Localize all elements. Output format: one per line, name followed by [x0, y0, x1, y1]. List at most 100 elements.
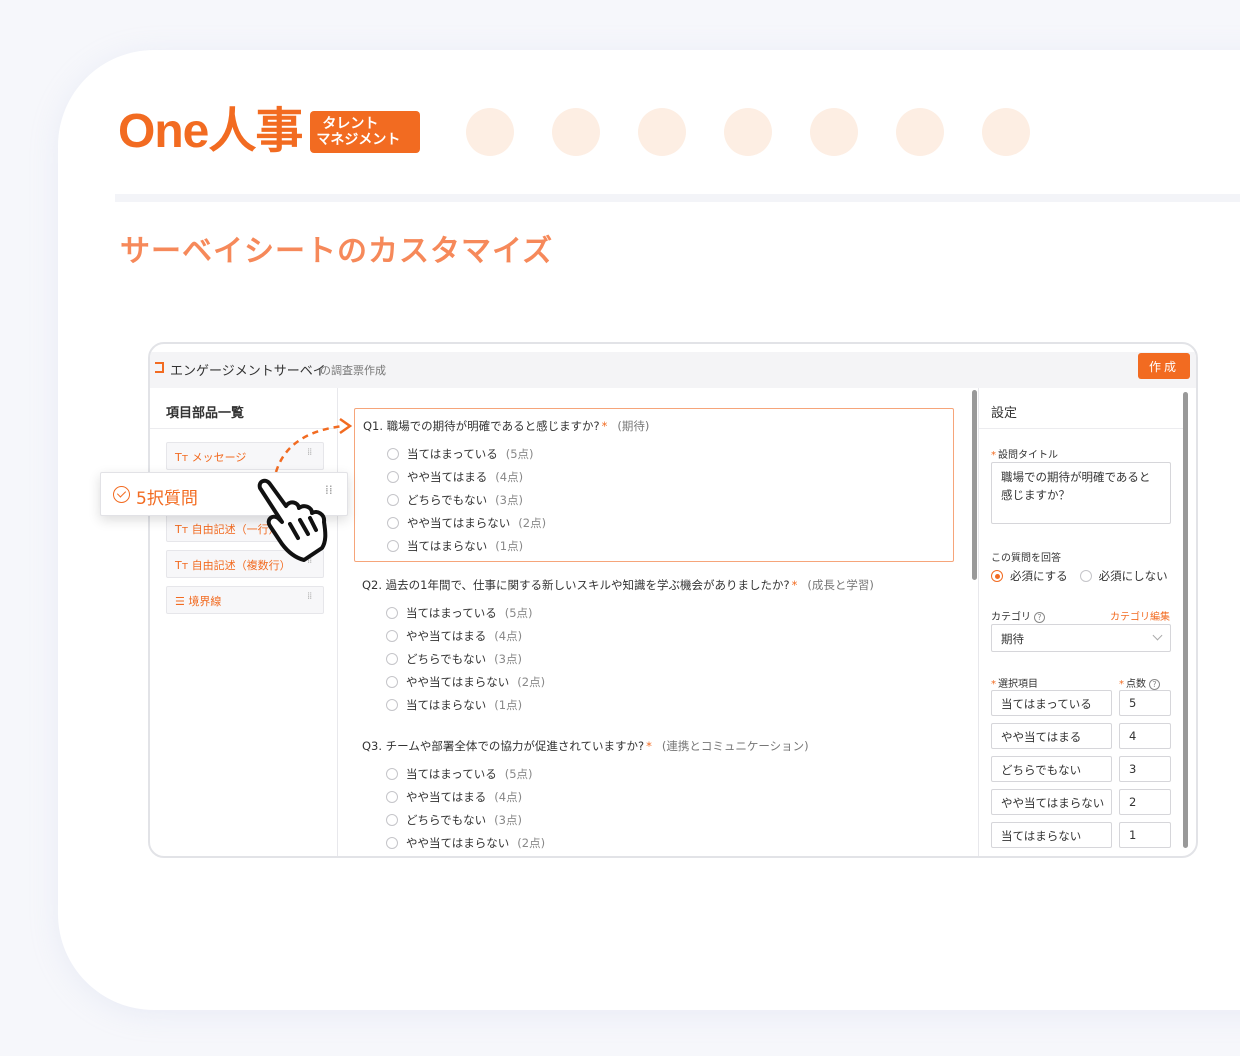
score-input[interactable]: 4: [1119, 723, 1171, 749]
required-mark: *: [646, 739, 652, 753]
radio-icon[interactable]: [386, 837, 398, 849]
required-mark: *: [1119, 679, 1124, 690]
category-select[interactable]: 期待: [991, 624, 1171, 652]
radio-icon[interactable]: [387, 471, 399, 483]
hand-pointer-icon: [257, 478, 328, 562]
settings-scrollbar[interactable]: [1183, 392, 1188, 848]
brand-logo: One人事 タレント マネジメント: [118, 104, 421, 160]
category-edit-link[interactable]: カテゴリ編集: [1110, 608, 1170, 623]
radio-icon[interactable]: [387, 448, 399, 460]
radio-icon[interactable]: [387, 540, 399, 552]
question-title: Q3. チームや部署全体での協力が促進されていますか?: [362, 739, 645, 753]
question-title-label: 設問タイトル: [998, 450, 1058, 461]
category-label: カテゴリ: [991, 612, 1031, 623]
required-mark: *: [991, 450, 996, 461]
option-row[interactable]: どちらでもない (3点): [386, 812, 522, 828]
step-dot: [896, 108, 944, 156]
drag-arrow-icon: [274, 417, 353, 473]
option-row[interactable]: 当てはまらない (1点): [387, 538, 523, 554]
score-input[interactable]: 3: [1119, 756, 1171, 782]
radio-icon[interactable]: [386, 768, 398, 780]
option-row[interactable]: どちらでもない (3点): [387, 492, 523, 508]
score-input[interactable]: 1: [1119, 822, 1171, 848]
option-row[interactable]: どちらでもない (3点): [386, 651, 522, 667]
back-icon[interactable]: [155, 362, 164, 373]
option-row[interactable]: やや当てはまらない (2点): [387, 515, 546, 531]
section-title: サーベイシートのカスタマイズ: [120, 234, 554, 269]
radio-icon[interactable]: [386, 699, 398, 711]
option-row[interactable]: やや当てはまる (4点): [386, 789, 522, 805]
step-dots: [466, 108, 1030, 156]
canvas-scrollbar[interactable]: [972, 390, 977, 580]
step-dot: [982, 108, 1030, 156]
radio-icon[interactable]: [387, 494, 399, 506]
logo-text: One人事: [118, 105, 303, 158]
choice-input[interactable]: 当てはまっている: [991, 690, 1112, 716]
check-circle-icon: [113, 486, 130, 503]
text-type-icon: Tт: [175, 451, 189, 464]
step-dot: [552, 108, 600, 156]
option-row[interactable]: やや当てはまる (4点): [386, 628, 522, 644]
drag-handle-icon[interactable]: ⁞⁞: [307, 592, 315, 602]
option-row[interactable]: やや当てはまる (4点): [387, 469, 523, 485]
score-input[interactable]: 5: [1119, 690, 1171, 716]
question-card-q1[interactable]: Q1. 職場での期待が明確であると感じますか? * (期待) 当てはまっている (5点…: [354, 408, 954, 562]
text-type-icon: Tт: [175, 559, 189, 572]
option-row[interactable]: やや当てはまらない (2点): [386, 674, 545, 690]
parts-panel-title: 項目部品一覧: [166, 406, 245, 421]
radio-required[interactable]: [991, 570, 1003, 582]
not-required-option-label: 必須にしない: [1098, 569, 1168, 583]
part-item-label: メッセージ: [191, 451, 247, 464]
choice-input[interactable]: やや当てはまらない: [991, 789, 1112, 815]
settings-panel: 設定 * 設問タイトル 職場での期待が明確であると感じますか？ この質問を回答 必…: [978, 388, 1196, 856]
divider: [115, 194, 1240, 202]
option-row[interactable]: やや当てはまらない (2点): [386, 835, 545, 851]
radio-not-required[interactable]: [1079, 570, 1092, 582]
option-row[interactable]: 当てはまらない (1点): [386, 697, 522, 713]
editor-header: エンゲージメントサーベイ の調査票作成 作成: [150, 352, 1196, 388]
question-title-textarea[interactable]: 職場での期待が明確であると感じますか？: [991, 462, 1171, 524]
radio-icon[interactable]: [386, 814, 398, 826]
logo-badge: タレント マネジメント: [310, 111, 421, 153]
create-button[interactable]: 作成: [1138, 353, 1190, 379]
question-category: (連携とコミュニケーション): [661, 739, 809, 753]
help-icon[interactable]: ?: [1149, 678, 1160, 690]
step-dot: [810, 108, 858, 156]
part-item-label: 境界線: [188, 595, 222, 608]
required-radio-group: 必須にする 必須にしない: [991, 568, 1168, 584]
option-row[interactable]: 当てはまっている (5点): [387, 446, 534, 462]
radio-icon[interactable]: [387, 517, 399, 529]
divider: [979, 428, 1185, 429]
score-input[interactable]: 2: [1119, 789, 1171, 815]
question-card-q2[interactable]: Q2. 過去の1年間で、仕事に関する新しいスキルや知識を学ぶ機会がありましたか?…: [354, 568, 954, 718]
survey-title: エンゲージメントサーベイ: [170, 364, 326, 379]
help-icon[interactable]: ?: [1034, 611, 1045, 623]
radio-icon[interactable]: [386, 791, 398, 803]
required-option-label: 必須にする: [1010, 569, 1068, 583]
radio-icon[interactable]: [386, 607, 398, 619]
choice-input[interactable]: どちらでもない: [991, 756, 1112, 782]
question-canvas: Q1. 職場での期待が明確であると感じますか? * (期待) 当てはまっている (5点…: [338, 388, 974, 856]
question-category: (成長と学習): [807, 578, 874, 592]
choices-label: 選択項目: [998, 679, 1038, 690]
choice-input[interactable]: やや当てはまる: [991, 723, 1112, 749]
required-mark: *: [991, 679, 996, 690]
radio-icon[interactable]: [386, 676, 398, 688]
logo-badge-line1: タレント: [322, 116, 379, 132]
step-dot: [466, 108, 514, 156]
radio-icon[interactable]: [386, 653, 398, 665]
settings-title: 設定: [991, 406, 1018, 421]
logo-badge-line2: マネジメント: [316, 132, 401, 148]
step-dot: [724, 108, 772, 156]
question-title: Q1. 職場での期待が明確であると感じますか?: [363, 419, 600, 433]
text-type-icon: Tт: [175, 523, 189, 536]
option-row[interactable]: 当てはまっている (5点): [386, 605, 533, 621]
choice-input[interactable]: 当てはまらない: [991, 822, 1112, 848]
radio-icon[interactable]: [386, 630, 398, 642]
option-row[interactable]: 当てはまっている (5点): [386, 766, 533, 782]
score-label: 点数: [1126, 679, 1146, 690]
question-card-q3[interactable]: Q3. チームや部署全体での協力が促進されていますか? * (連携とコミュニケーショ…: [354, 729, 954, 856]
part-item-divider[interactable]: ☰ 境界線 ⁞⁞: [166, 586, 324, 614]
step-dot: [638, 108, 686, 156]
question-title: Q2. 過去の1年間で、仕事に関する新しいスキルや知識を学ぶ機会がありましたか?: [362, 578, 790, 592]
